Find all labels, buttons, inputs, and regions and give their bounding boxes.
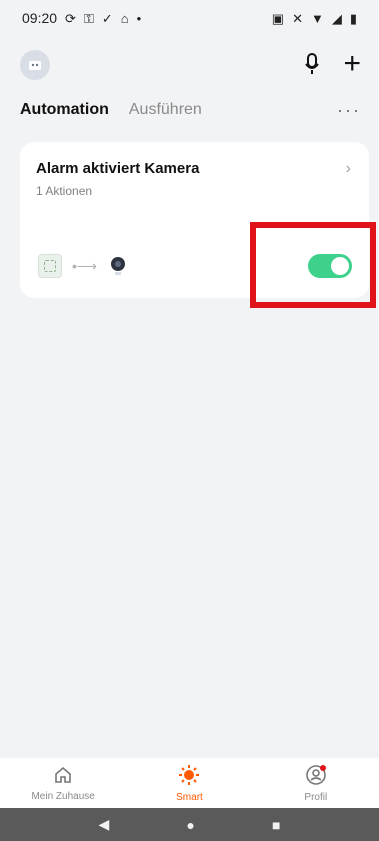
status-bar: 09:20 ⟳ ⚿ ✓ ⌂ • ▣ ✕ ▼ ◢ ▮ xyxy=(0,0,379,36)
key-icon: ⚿ xyxy=(83,10,94,26)
sun-icon xyxy=(179,764,200,785)
chevron-right-icon[interactable]: › xyxy=(346,160,351,178)
sensor-icon xyxy=(38,254,62,278)
robot-avatar-icon[interactable] xyxy=(20,50,50,80)
automation-title: Alarm aktiviert Kamera xyxy=(36,160,200,177)
nav-profile-label: Profil xyxy=(304,791,328,803)
status-left: 09:20 ⟳ ⚿ ✓ ⌂ • xyxy=(22,10,141,26)
automation-subtitle: 1 Aktionen xyxy=(36,184,93,198)
tab-automation[interactable]: Automation xyxy=(20,101,109,119)
recents-button[interactable]: ■ xyxy=(272,817,280,833)
dot-icon: • xyxy=(136,10,142,26)
robot-avatar-svg xyxy=(29,61,41,70)
status-right: ▣ ✕ ▼ ◢ ▮ xyxy=(272,12,357,25)
nav-smart[interactable]: Smart xyxy=(139,764,239,803)
home-icon xyxy=(55,766,71,783)
nav-home[interactable]: Mein Zuhause xyxy=(13,765,113,802)
camera-icon xyxy=(110,257,125,275)
sync-icon: ⟳ xyxy=(65,10,76,26)
highlight-box xyxy=(250,222,376,308)
check-icon: ✓ xyxy=(101,10,113,26)
nfc-icon: ⌂ xyxy=(120,10,129,26)
bottom-nav: Mein Zuhause Smart Profil xyxy=(0,758,379,808)
back-button[interactable]: ◀ xyxy=(99,816,110,833)
mic-svg xyxy=(305,53,319,74)
add-button[interactable]: + xyxy=(343,49,361,79)
wifi-icon: ▼ xyxy=(310,10,324,26)
tabs: Automation Ausführen ··· xyxy=(20,96,361,124)
more-options-button[interactable]: ··· xyxy=(337,100,361,121)
tab-ausfuehren[interactable]: Ausführen xyxy=(129,101,202,119)
battery-icon: ▮ xyxy=(349,10,357,26)
top-bar: + xyxy=(0,44,379,88)
status-time: 09:20 xyxy=(22,10,58,26)
sensor-inner xyxy=(44,260,56,272)
nav-home-label: Mein Zuhause xyxy=(31,790,95,802)
mute-icon: ✕ xyxy=(292,10,303,26)
mic-icon[interactable] xyxy=(303,52,321,81)
home-button[interactable]: ● xyxy=(186,817,194,833)
arrow-icon: •⟶ xyxy=(72,257,97,274)
nav-profile[interactable]: Profil xyxy=(266,764,366,803)
nfc-right-icon: ▣ xyxy=(271,10,285,26)
automation-flow: •⟶ xyxy=(38,254,129,278)
signal-icon: ◢ xyxy=(331,10,342,26)
system-nav: ◀ ● ■ xyxy=(0,808,379,841)
profile-icon xyxy=(306,764,326,785)
nav-smart-label: Smart xyxy=(176,791,203,803)
